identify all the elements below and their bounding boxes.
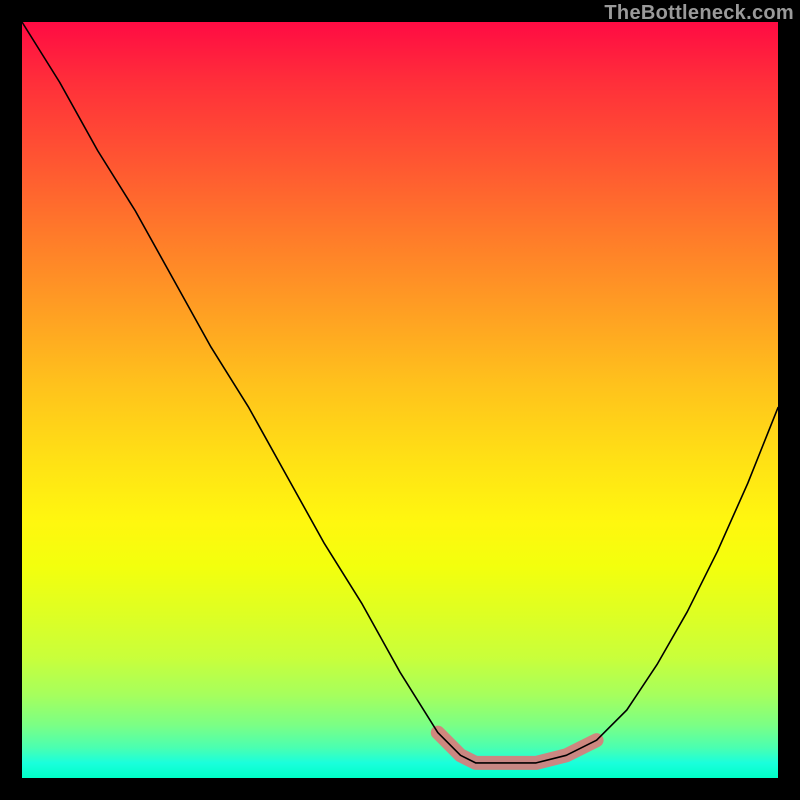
series-highlight (438, 733, 597, 763)
chart-stage: TheBottleneck.com (0, 0, 800, 800)
chart-overlay (22, 22, 778, 778)
series-line (22, 22, 778, 763)
watermark-text: TheBottleneck.com (604, 2, 794, 25)
